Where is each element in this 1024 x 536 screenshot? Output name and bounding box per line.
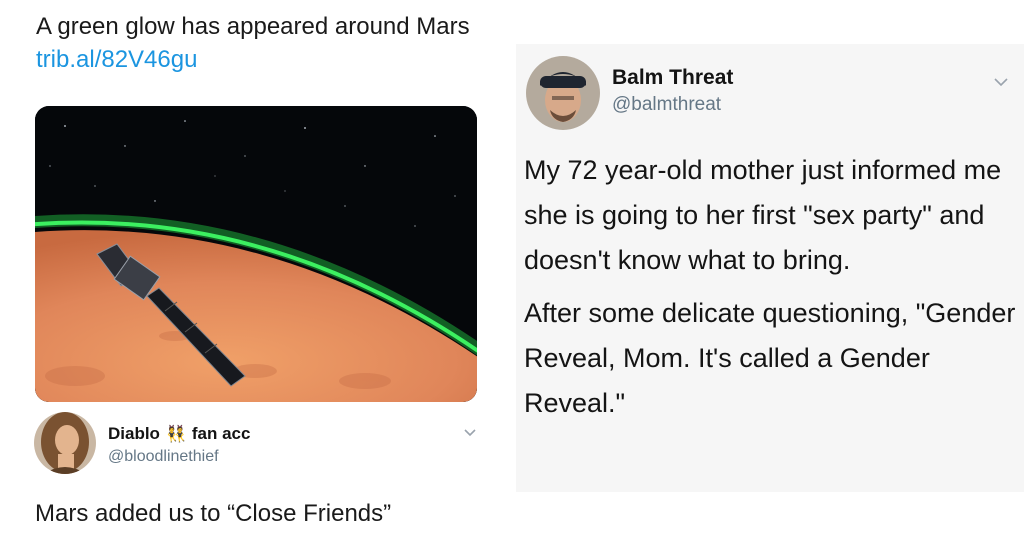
tweet-paragraph: My 72 year-old mother just informed me s…	[524, 155, 1002, 275]
display-name-suffix: fan acc	[191, 424, 251, 443]
avatar[interactable]	[34, 412, 96, 474]
tweet-text: A green glow has appeared around Mars tr…	[36, 10, 496, 76]
tweet-paragraph: After some delicate questioning, "Gender…	[524, 298, 1016, 418]
user-handle[interactable]: @balmthreat	[612, 94, 721, 116]
display-name-first: Diablo	[108, 424, 160, 443]
avatar[interactable]	[526, 56, 600, 130]
left-meme-panel: A green glow has appeared around Mars tr…	[0, 0, 510, 536]
mars-image[interactable]	[35, 106, 477, 402]
tweet-body: My 72 year-old mother just informed me s…	[524, 148, 1020, 426]
display-name[interactable]: Diablo 👯 fan acc	[108, 424, 250, 444]
user-handle[interactable]: @bloodlinethief	[108, 448, 219, 466]
dancers-emoji-icon: 👯	[165, 426, 186, 443]
reply-text: Mars added us to “Close Friends”	[35, 500, 392, 527]
chevron-down-icon[interactable]	[462, 424, 478, 440]
tweet-body: A green glow has appeared around Mars	[36, 13, 470, 40]
tweet-link[interactable]: trib.al/82V46gu	[36, 46, 197, 73]
right-tweet-panel: Balm Threat @balmthreat My 72 year-old m…	[516, 44, 1024, 492]
mars-orbiter-illustration	[35, 106, 477, 402]
reply-tweet-header: Diablo 👯 fan acc @bloodlinethief	[30, 410, 490, 484]
chevron-down-icon[interactable]	[992, 72, 1010, 90]
display-name[interactable]: Balm Threat	[612, 66, 733, 90]
